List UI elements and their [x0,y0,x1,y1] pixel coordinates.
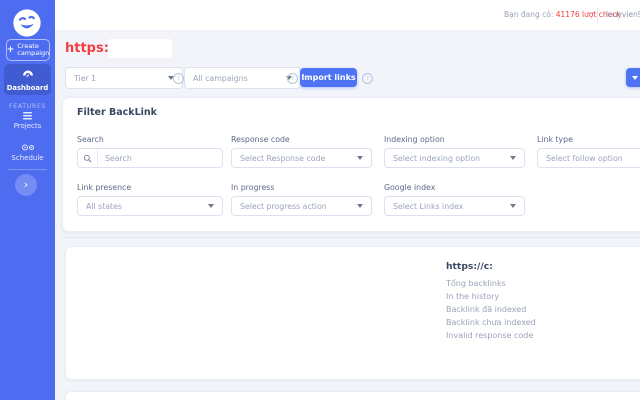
stats-card: https://c: Tổng backlinks In the history… [65,246,640,380]
topbar-divider [597,7,598,23]
dashboard-label: Dashboard [4,84,51,92]
search-icon [78,149,98,167]
chevron-down-icon [510,204,516,208]
stats-item: Backlink đã indexed [446,303,536,316]
partial-action-button[interactable] [626,68,640,87]
help-icon[interactable]: ? [173,73,184,84]
gauge-icon [22,69,34,79]
select-value: Tier 1 [74,74,164,83]
stats-url-heading: https://c: [446,261,493,272]
in-progress-select[interactable]: Select progress action [231,196,372,216]
in-progress-label: In progress [231,183,274,192]
sidebar: + Create campaign Dashboard FEATURES Pro… [0,0,55,400]
list-icon [22,111,33,120]
select-value: Select indexing option [393,154,506,163]
create-campaign-button[interactable]: + Create campaign [6,39,50,61]
gears-icon [20,143,36,152]
sidebar-item-schedule[interactable]: Schedule [0,143,55,162]
link-type-select[interactable]: Select follow option [537,148,640,168]
import-links-button[interactable]: Import links [300,68,357,87]
response-code-select[interactable]: Select Response code [231,148,372,168]
help-icon[interactable]: ? [362,73,373,84]
sidebar-item-projects[interactable]: Projects [0,111,55,130]
stats-item: Invalid response code [446,329,536,342]
link-presence-select[interactable]: All states [77,196,223,216]
projects-label: Projects [0,122,55,130]
tier-select[interactable]: Tier 1 [65,67,183,89]
sidebar-divider [8,169,47,170]
topbar: Bạn đang có: 41176 lượt check leuyvien9 [55,0,640,31]
google-index-label: Google index [384,183,435,192]
select-value: All states [86,202,204,211]
filter-backlink-card: Filter BackLink Search Search Response c… [62,97,640,232]
select-value: Select Links index [393,202,506,211]
campaign-select[interactable]: All campaigns [184,67,301,89]
indexing-option-select[interactable]: Select indexing option [384,148,525,168]
response-code-label: Response code [231,135,290,144]
section-divider [62,237,640,238]
url-redacted-area [108,39,172,58]
select-value: Select progress action [240,202,353,211]
chevron-down-icon [208,204,214,208]
search-input[interactable]: Search [77,148,223,168]
stats-list: Tổng backlinks In the history Backlink đ… [446,277,536,342]
sidebar-item-dashboard[interactable]: Dashboard [4,64,51,95]
credits-text: Bạn đang có: 41176 lượt check [504,10,621,19]
chevron-down-icon [510,156,516,160]
indexing-option-label: Indexing option [384,135,445,144]
stats-item: Tổng backlinks [446,277,536,290]
search-placeholder: Search [98,154,214,163]
logo-laughing-face-icon[interactable] [11,7,43,39]
select-value: Select follow option [546,154,640,163]
schedule-label: Schedule [0,154,55,162]
google-index-select[interactable]: Select Links index [384,196,525,216]
create-campaign-label: Create campaign [17,43,49,58]
chevron-down-icon [632,76,638,80]
chevron-down-icon [357,156,363,160]
chevron-right-icon: › [24,178,28,191]
select-value: Select Response code [240,154,353,163]
username-text[interactable]: leuyvien9 [606,10,640,19]
stats-item: Backlink chưa indexed [446,316,536,329]
filter-title: Filter BackLink [77,107,157,118]
chevron-down-icon [357,204,363,208]
select-value: All campaigns [193,74,282,83]
help-icon[interactable]: ? [287,73,298,84]
features-section-label: FEATURES [0,103,55,110]
search-label: Search [77,135,104,144]
link-type-label: Link type [537,135,573,144]
link-presence-label: Link presence [77,183,131,192]
sidebar-collapse-button[interactable]: › [15,174,37,196]
app-window: + Create campaign Dashboard FEATURES Pro… [0,0,640,400]
plus-icon: + [7,46,15,55]
next-section-card [65,391,640,400]
stats-item: In the history [446,290,536,303]
